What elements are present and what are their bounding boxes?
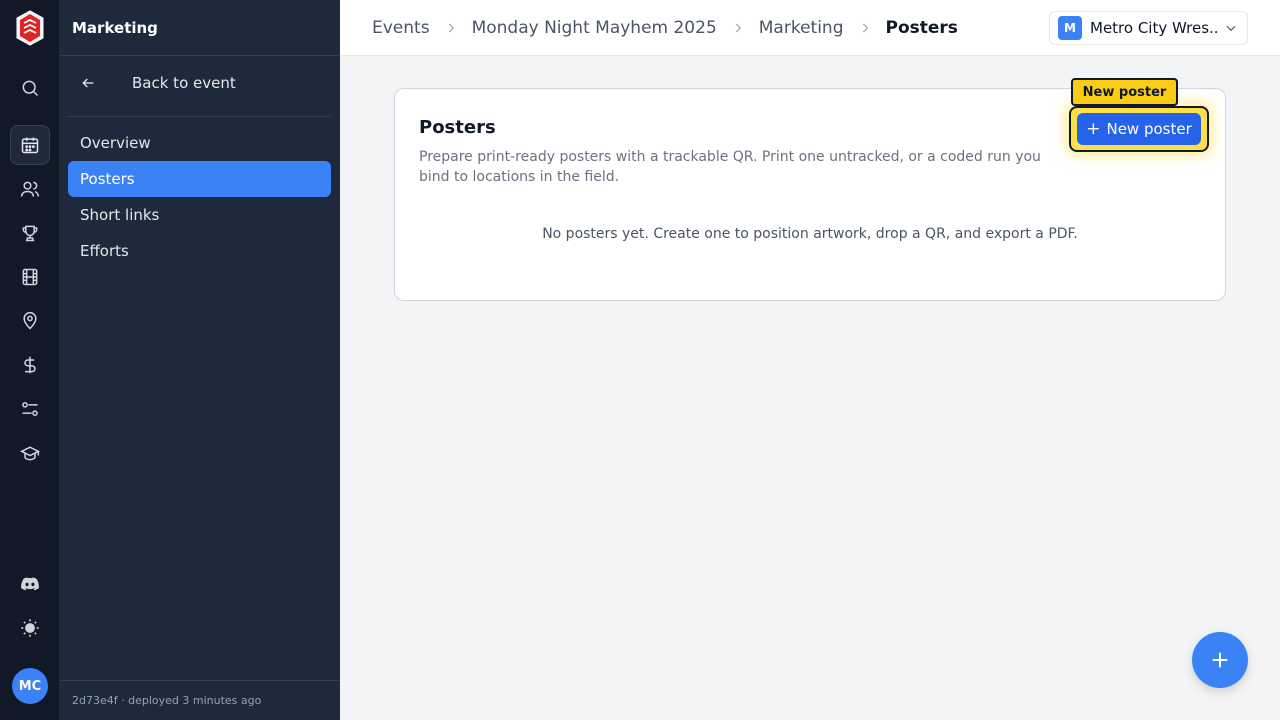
map-pin-icon[interactable] — [10, 301, 50, 341]
trophy-icon[interactable] — [10, 213, 50, 253]
add-fab-button[interactable] — [1192, 632, 1248, 688]
sun-icon[interactable] — [10, 608, 50, 648]
discord-icon[interactable] — [10, 564, 50, 604]
app-logo[interactable] — [15, 10, 45, 46]
breadcrumb-marketing[interactable]: Marketing — [759, 18, 844, 38]
users-icon[interactable] — [10, 169, 50, 209]
avatar[interactable]: MC — [12, 668, 48, 704]
page-description: Prepare print-ready posters with a track… — [419, 149, 1041, 185]
sidebar-item-short-links[interactable]: Short links — [68, 197, 331, 233]
top-bar: Events Monday Night Mayhem 2025 Marketin… — [340, 0, 1280, 56]
sidebar-item-label: Efforts — [80, 242, 129, 260]
plus-icon: + — [1086, 119, 1101, 139]
sliders-icon[interactable] — [10, 389, 50, 429]
graduation-cap-icon[interactable] — [10, 433, 50, 473]
sidebar-item-label: Overview — [80, 134, 151, 152]
back-to-event-label: Back to event — [132, 74, 236, 92]
chevron-right-icon — [444, 21, 458, 35]
section-sidebar: Marketing Back to event Overview Posters… — [60, 0, 340, 720]
sidebar-item-label: Posters — [80, 170, 135, 188]
org-switcher[interactable]: M Metro City Wres... — [1049, 11, 1248, 45]
breadcrumb-current: Posters — [885, 18, 958, 38]
breadcrumb-event[interactable]: Monday Night Mayhem 2025 — [472, 18, 717, 38]
sidebar-item-efforts[interactable]: Efforts — [68, 233, 331, 269]
sidebar-item-posters[interactable]: Posters — [68, 161, 331, 197]
page-title: Posters — [419, 117, 496, 138]
chevron-right-icon — [858, 21, 872, 35]
search-icon[interactable] — [10, 68, 50, 108]
sidebar-item-label: Short links — [80, 206, 160, 224]
new-poster-label: New poster — [1106, 120, 1192, 138]
back-to-event-link[interactable]: Back to event — [68, 68, 331, 117]
breadcrumb-events[interactable]: Events — [372, 18, 430, 38]
film-icon[interactable] — [10, 257, 50, 297]
empty-state: No posters yet. Create one to position a… — [542, 226, 1078, 242]
chevron-right-icon — [731, 21, 745, 35]
deploy-info: 2d73e4f · deployed 3 minutes ago — [60, 680, 340, 720]
sidebar-title: Marketing — [60, 0, 340, 56]
chevron-down-icon — [1218, 21, 1238, 35]
calendar-icon[interactable] — [10, 125, 50, 165]
org-badge: M — [1058, 16, 1082, 40]
tooltip: New poster — [1071, 78, 1178, 106]
new-poster-button[interactable]: + New poster — [1077, 113, 1201, 145]
arrow-left-icon — [80, 75, 114, 91]
plus-icon — [1209, 649, 1231, 671]
breadcrumb: Events Monday Night Mayhem 2025 Marketin… — [372, 0, 958, 56]
icon-rail: MC — [0, 0, 60, 720]
org-name: Metro City Wres... — [1090, 19, 1218, 37]
dollar-icon[interactable] — [10, 345, 50, 385]
sidebar-item-overview[interactable]: Overview — [68, 125, 331, 161]
